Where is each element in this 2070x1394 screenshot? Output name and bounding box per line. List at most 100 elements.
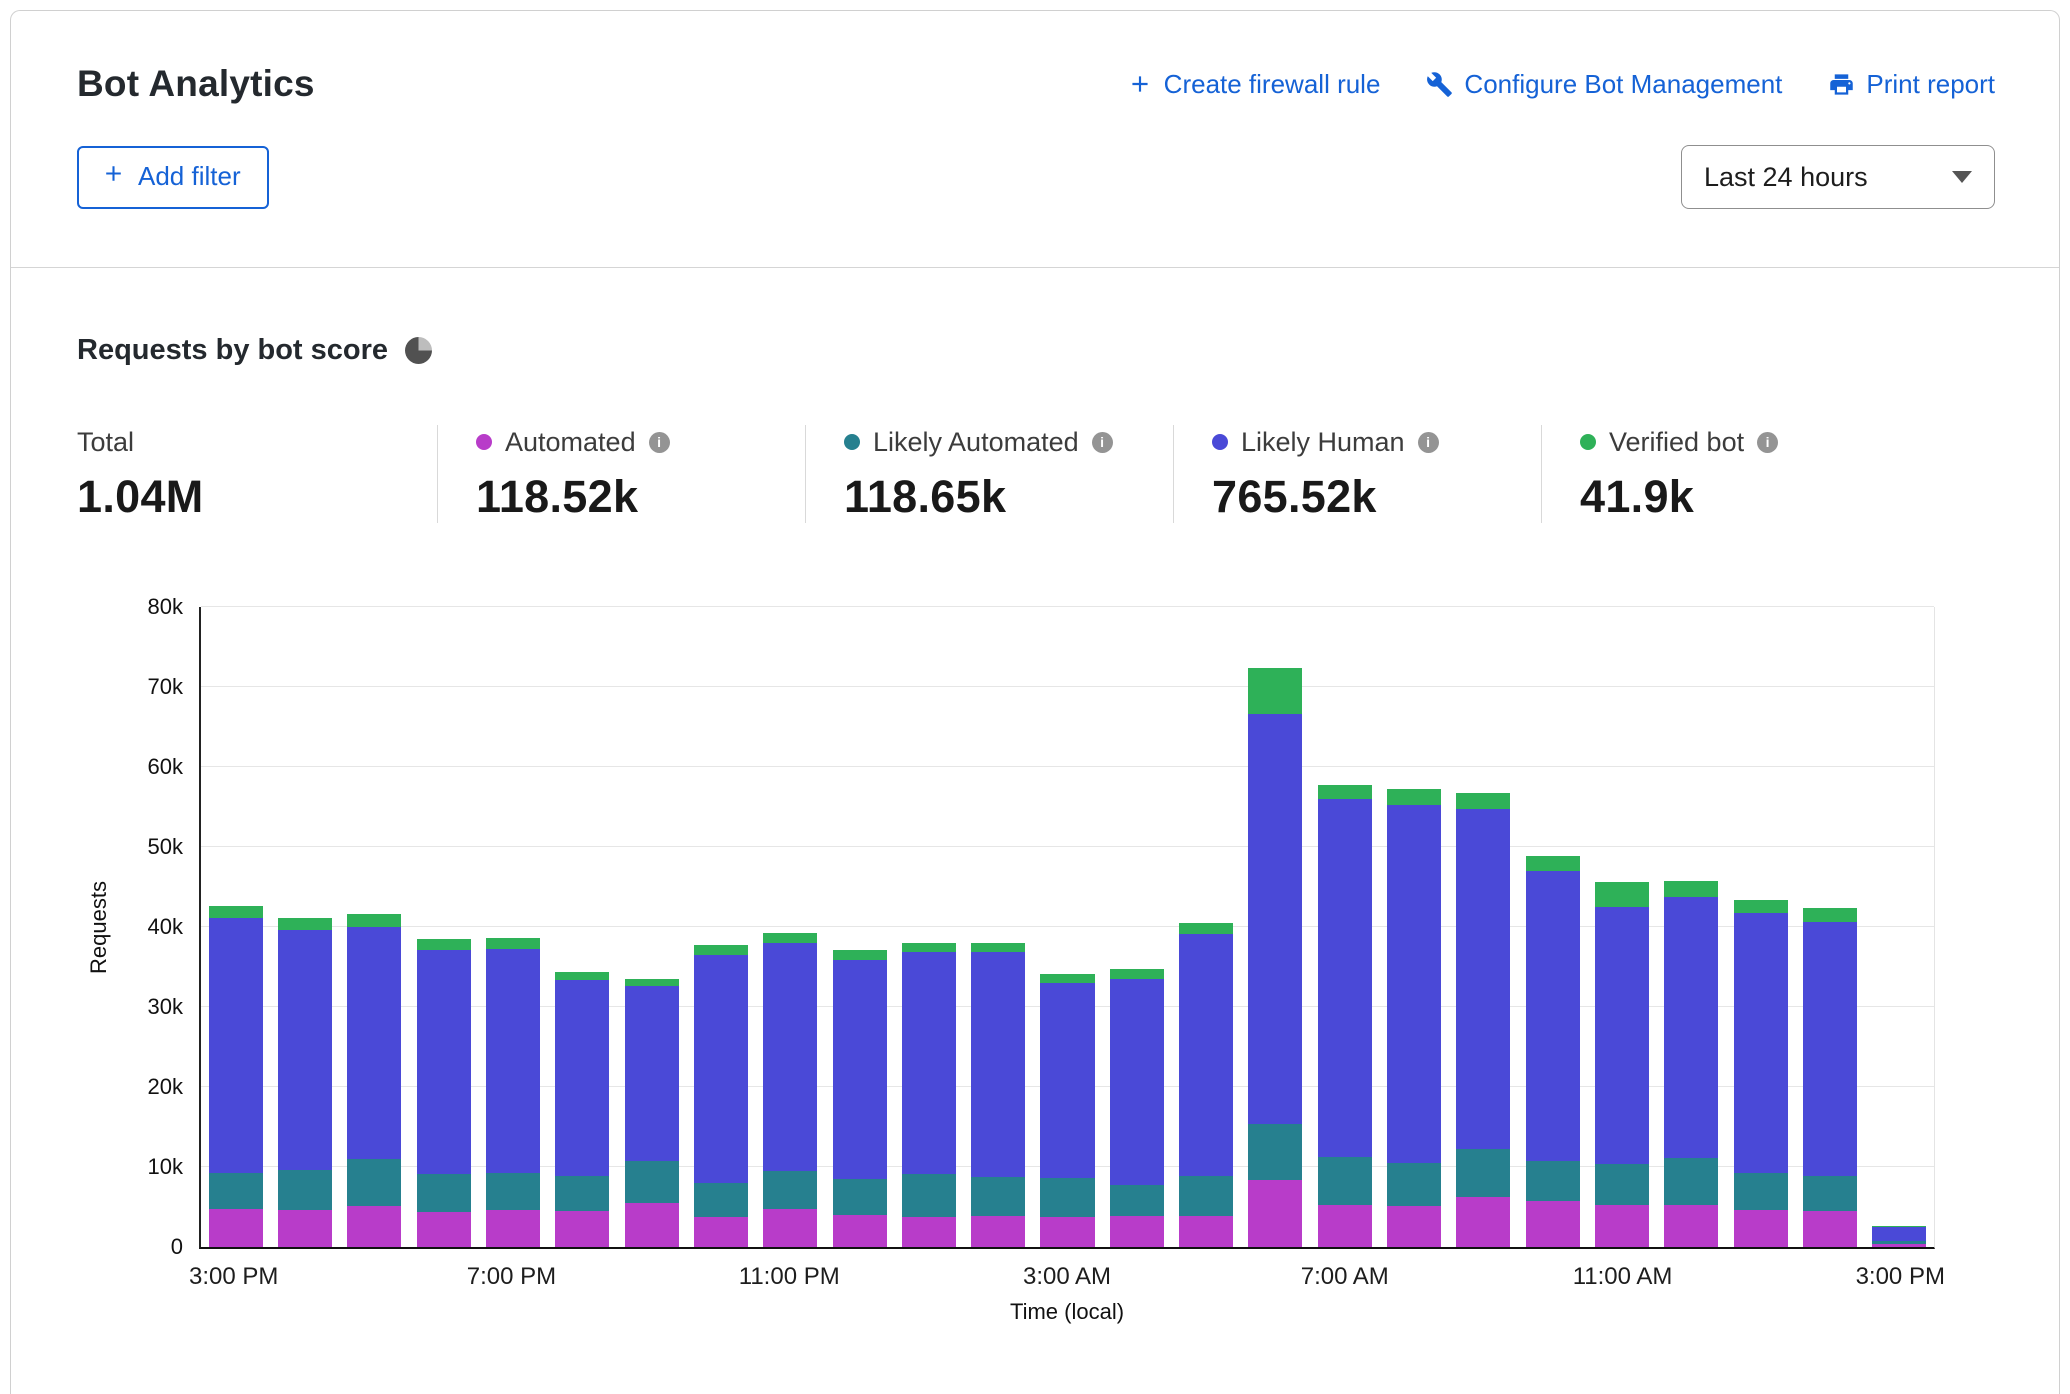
bot-analytics-page: Bot Analytics Create firewall rule Confi…: [0, 0, 2070, 1394]
time-range-select[interactable]: Last 24 hours: [1681, 145, 1995, 209]
bar[interactable]: [417, 939, 471, 1247]
print-report-link[interactable]: Print report: [1828, 69, 1995, 100]
bar-segment-likely-automated: [625, 1161, 679, 1203]
bar-segment-automated: [694, 1217, 748, 1247]
bar-segment-verified-bot: [1318, 785, 1372, 799]
bar-segment-likely-human: [1734, 913, 1788, 1173]
bar[interactable]: [486, 938, 540, 1247]
create-firewall-rule-label: Create firewall rule: [1164, 69, 1381, 100]
bar-segment-automated: [555, 1211, 609, 1247]
bar[interactable]: [555, 972, 609, 1247]
bar-segment-verified-bot: [1110, 969, 1164, 979]
gridline: [201, 686, 1934, 687]
stat-verified-bot[interactable]: Verified bot i 41.9k: [1541, 425, 1909, 523]
bar-segment-automated: [1803, 1211, 1857, 1247]
bar[interactable]: [1110, 969, 1164, 1247]
info-icon[interactable]: i: [1757, 432, 1778, 453]
create-firewall-rule-link[interactable]: Create firewall rule: [1127, 69, 1381, 100]
x-axis-title: Time (local): [199, 1297, 1935, 1325]
bar[interactable]: [1872, 1226, 1926, 1247]
automated-dot-icon: [476, 434, 492, 450]
bar-segment-likely-automated: [417, 1174, 471, 1212]
bar-segment-automated: [1318, 1205, 1372, 1247]
bar-segment-verified-bot: [1734, 900, 1788, 914]
bar-segment-likely-automated: [1040, 1178, 1094, 1216]
stat-total: Total 1.04M: [77, 425, 437, 523]
bar-segment-verified-bot: [694, 945, 748, 955]
bar-segment-likely-automated: [1179, 1176, 1233, 1216]
bar[interactable]: [971, 943, 1025, 1247]
bar-segment-likely-human: [555, 980, 609, 1176]
x-axis-tick-labels: 3:00 PM7:00 PM11:00 PM3:00 AM7:00 AM11:0…: [199, 1249, 1935, 1297]
bar-segment-automated: [417, 1212, 471, 1247]
bar[interactable]: [347, 914, 401, 1247]
bar-segment-likely-human: [1803, 922, 1857, 1176]
printer-icon: [1828, 71, 1855, 98]
x-tick-label: 7:00 AM: [1301, 1263, 1389, 1291]
bar[interactable]: [1526, 856, 1580, 1247]
bot-analytics-card: Bot Analytics Create firewall rule Confi…: [10, 10, 2060, 1394]
bar[interactable]: [763, 933, 817, 1247]
bar[interactable]: [1318, 785, 1372, 1247]
bar-segment-automated: [902, 1217, 956, 1247]
bar-segment-automated: [347, 1206, 401, 1247]
info-icon[interactable]: i: [1092, 432, 1113, 453]
configure-bot-management-link[interactable]: Configure Bot Management: [1426, 69, 1782, 100]
bar[interactable]: [1387, 789, 1441, 1247]
bar[interactable]: [833, 950, 887, 1247]
add-filter-button[interactable]: Add filter: [77, 146, 269, 209]
bar-segment-likely-automated: [763, 1171, 817, 1209]
bar[interactable]: [625, 979, 679, 1247]
bar-segment-likely-automated: [694, 1183, 748, 1217]
bar[interactable]: [1040, 974, 1094, 1247]
bar-segment-automated: [763, 1209, 817, 1247]
bar-segment-likely-human: [833, 960, 887, 1179]
bar[interactable]: [1803, 908, 1857, 1247]
bar[interactable]: [1456, 793, 1510, 1247]
bar-segment-automated: [486, 1210, 540, 1247]
bar-segment-verified-bot: [971, 943, 1025, 952]
bar-segment-likely-automated: [1387, 1163, 1441, 1206]
bar-segment-verified-bot: [1595, 882, 1649, 907]
bar-segment-likely-automated: [902, 1174, 956, 1217]
bar[interactable]: [1248, 668, 1302, 1247]
bar[interactable]: [209, 906, 263, 1247]
bar-segment-automated: [278, 1210, 332, 1247]
bar-segment-verified-bot: [417, 939, 471, 950]
bar-segment-automated: [625, 1203, 679, 1247]
bar-segment-likely-automated: [555, 1176, 609, 1211]
stat-likely-automated[interactable]: Likely Automated i 118.65k: [805, 425, 1173, 523]
bar-segment-automated: [971, 1216, 1025, 1247]
stat-automated[interactable]: Automated i 118.52k: [437, 425, 805, 523]
bar-segment-likely-automated: [1734, 1173, 1788, 1210]
bar-segment-likely-automated: [1110, 1185, 1164, 1215]
plus-icon: [1127, 71, 1153, 97]
header-actions: Create firewall rule Configure Bot Manag…: [1127, 69, 1995, 100]
header: Bot Analytics Create firewall rule Confi…: [11, 11, 2059, 268]
bar[interactable]: [1179, 923, 1233, 1247]
y-tick-label: 70k: [148, 674, 183, 700]
requests-by-bot-score-chart: Requests 010k20k30k40k50k60k70k80k 3:00 …: [77, 607, 2059, 1325]
bar-segment-likely-automated: [1456, 1149, 1510, 1196]
bar-segment-verified-bot: [763, 933, 817, 943]
x-tick-label: 11:00 AM: [1573, 1263, 1673, 1291]
bar[interactable]: [694, 945, 748, 1247]
info-icon[interactable]: i: [1418, 432, 1439, 453]
info-icon[interactable]: i: [649, 432, 670, 453]
bar-segment-likely-human: [763, 943, 817, 1171]
y-tick-label: 40k: [148, 914, 183, 940]
bar-segment-automated: [1040, 1217, 1094, 1247]
bar[interactable]: [902, 943, 956, 1247]
bar[interactable]: [278, 918, 332, 1247]
bar-segment-automated: [1734, 1210, 1788, 1247]
plot-area: [199, 607, 1935, 1249]
stats-row: Total 1.04M Automated i 118.52k Like: [77, 425, 1909, 523]
bar[interactable]: [1595, 882, 1649, 1247]
bar-segment-likely-human: [1387, 805, 1441, 1163]
bar[interactable]: [1734, 900, 1788, 1247]
stat-likely-human[interactable]: Likely Human i 765.52k: [1173, 425, 1541, 523]
bar[interactable]: [1664, 881, 1718, 1247]
bar-segment-likely-automated: [1664, 1158, 1718, 1205]
bar-segment-likely-human: [902, 952, 956, 1174]
bar-segment-likely-automated: [833, 1179, 887, 1215]
